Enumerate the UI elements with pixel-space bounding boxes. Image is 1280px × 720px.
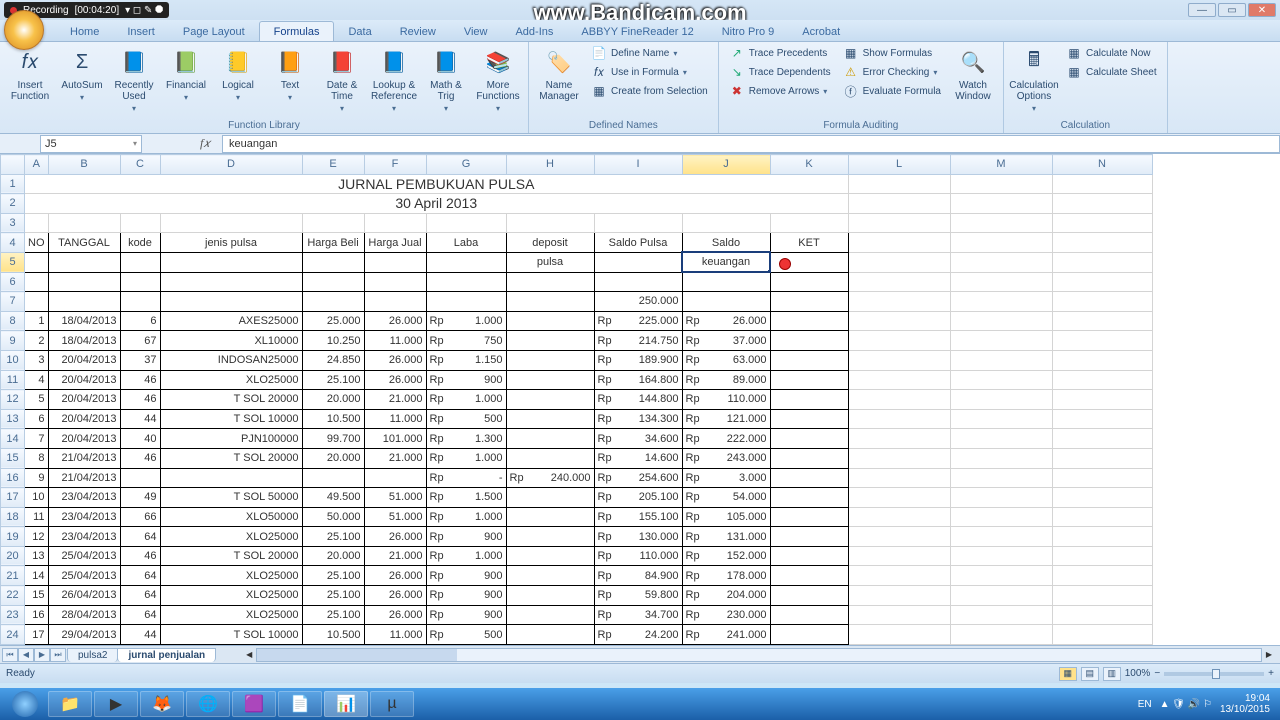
tab-page-layout[interactable]: Page Layout [169, 22, 259, 41]
view-layout[interactable]: ▤ [1081, 667, 1099, 681]
group-calculation: Calculation [1010, 119, 1161, 132]
insert-function-button[interactable]: f𝑥Insert Function [6, 44, 54, 104]
sheet-nav-last[interactable]: ⏭ [50, 648, 66, 662]
group-formula-auditing: Formula Auditing [725, 119, 997, 132]
name-manager-button[interactable]: 🏷️Name Manager [535, 44, 583, 104]
financial-button[interactable]: 📗Financial [162, 44, 210, 104]
formula-input[interactable]: keuangan [222, 135, 1280, 153]
lookup-ref-button[interactable]: 📘Lookup & Reference [370, 44, 418, 115]
taskbar-torrent[interactable]: µ [370, 691, 414, 717]
error-checking-button[interactable]: ⚠Error Checking [839, 63, 945, 81]
tray-icons[interactable]: ▲ 🛡 🔊 ⚐ [1160, 699, 1212, 710]
taskbar-excel[interactable]: 📊 [324, 691, 368, 717]
ribbon-tabs: Home Insert Page Layout Formulas Data Re… [0, 20, 1280, 42]
calculate-sheet-button[interactable]: ▦Calculate Sheet [1062, 63, 1161, 81]
tab-data[interactable]: Data [334, 22, 385, 41]
watch-window-button[interactable]: 🔍Watch Window [949, 44, 997, 104]
ribbon: f𝑥Insert Function ΣAutoSum 📘Recently Use… [0, 42, 1280, 134]
status-text: Ready [6, 668, 35, 679]
close-button[interactable]: ✕ [1248, 3, 1276, 17]
sheet-nav-first[interactable]: ⏮ [2, 648, 18, 662]
tab-home[interactable]: Home [56, 22, 113, 41]
taskbar-chrome[interactable]: 🌐 [186, 691, 230, 717]
office-button[interactable] [4, 10, 44, 50]
tab-view[interactable]: View [450, 22, 502, 41]
formula-bar: J5▾ f𝑥 keuangan [0, 134, 1280, 154]
sheet-tab-pulsa2[interactable]: pulsa2 [67, 648, 118, 662]
logical-button[interactable]: 📒Logical [214, 44, 262, 104]
calc-options-button[interactable]: 🖩Calculation Options [1010, 44, 1058, 115]
define-name-button[interactable]: 📄Define Name [587, 44, 712, 62]
zoom-level: 100% [1125, 668, 1151, 679]
recently-used-button[interactable]: 📘Recently Used [110, 44, 158, 115]
status-bar: Ready ▦ ▤ ▥ 100% − + [0, 663, 1280, 683]
language-indicator[interactable]: EN [1138, 699, 1152, 710]
trace-precedents-button[interactable]: ↗Trace Precedents [725, 44, 835, 62]
fx-icon[interactable]: f𝑥 [200, 136, 216, 152]
maximize-button[interactable]: ▭ [1218, 3, 1246, 17]
taskbar-app1[interactable]: 🟪 [232, 691, 276, 717]
start-button[interactable] [4, 690, 46, 718]
date-time-button[interactable]: 📕Date & Time [318, 44, 366, 115]
tab-acrobat[interactable]: Acrobat [788, 22, 854, 41]
zoom-in[interactable]: + [1268, 668, 1274, 679]
use-in-formula-button[interactable]: f𝑥Use in Formula [587, 63, 712, 81]
worksheet[interactable]: ABCDEFGHIJKLMN1JURNAL PEMBUKUAN PULSA230… [0, 154, 1280, 645]
tab-nitro[interactable]: Nitro Pro 9 [708, 22, 789, 41]
sheet-nav-next[interactable]: ▶ [34, 648, 50, 662]
create-from-selection-button[interactable]: ▦Create from Selection [587, 82, 712, 100]
tab-addins[interactable]: Add-Ins [501, 22, 567, 41]
horizontal-scrollbar[interactable]: ◀▶ [256, 648, 1262, 662]
tab-review[interactable]: Review [386, 22, 450, 41]
trace-dependents-button[interactable]: ↘Trace Dependents [725, 63, 835, 81]
calculate-now-button[interactable]: ▦Calculate Now [1062, 44, 1161, 62]
tab-abbyy[interactable]: ABBYY FineReader 12 [567, 22, 707, 41]
view-normal[interactable]: ▦ [1059, 667, 1077, 681]
name-box[interactable]: J5▾ [40, 135, 142, 153]
tab-insert[interactable]: Insert [113, 22, 169, 41]
more-functions-button[interactable]: 📚More Functions [474, 44, 522, 115]
zoom-out[interactable]: − [1154, 668, 1160, 679]
taskbar-media[interactable]: ▶ [94, 691, 138, 717]
taskbar: 📁 ▶ 🦊 🌐 🟪 📄 📊 µ EN ▲ 🛡 🔊 ⚐ 19:0413/10/20… [0, 688, 1280, 720]
sheet-tab-jurnal[interactable]: jurnal penjualan [117, 648, 216, 662]
remove-arrows-button[interactable]: ✖Remove Arrows [725, 82, 835, 100]
math-trig-button[interactable]: 📘Math & Trig [422, 44, 470, 115]
clock[interactable]: 19:0413/10/2015 [1220, 693, 1270, 715]
sheet-tab-bar: ⏮ ◀ ▶ ⏭ pulsa2 jurnal penjualan ◀▶ [0, 645, 1280, 663]
text-button[interactable]: 📙Text [266, 44, 314, 104]
tab-formulas[interactable]: Formulas [259, 21, 335, 41]
autosum-button[interactable]: ΣAutoSum [58, 44, 106, 104]
taskbar-app2[interactable]: 📄 [278, 691, 322, 717]
group-function-library: Function Library [6, 119, 522, 132]
sheet-nav-prev[interactable]: ◀ [18, 648, 34, 662]
show-formulas-button[interactable]: ▦Show Formulas [839, 44, 945, 62]
taskbar-explorer[interactable]: 📁 [48, 691, 92, 717]
taskbar-firefox[interactable]: 🦊 [140, 691, 184, 717]
minimize-button[interactable]: — [1188, 3, 1216, 17]
zoom-slider[interactable] [1164, 672, 1264, 676]
recording-time: 00:04:20 [77, 5, 116, 16]
group-defined-names: Defined Names [535, 119, 712, 132]
view-pagebreak[interactable]: ▥ [1103, 667, 1121, 681]
evaluate-formula-button[interactable]: ⓕEvaluate Formula [839, 82, 945, 100]
